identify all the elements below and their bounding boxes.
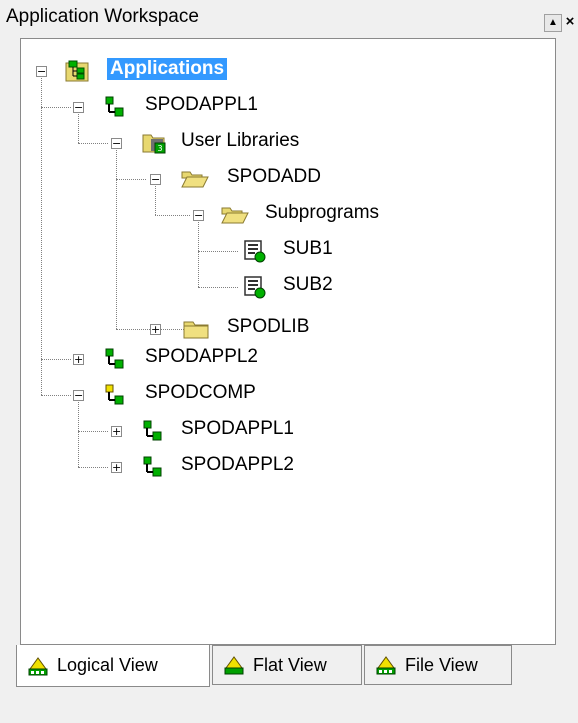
expand-icon[interactable]: + [150, 324, 161, 335]
open-folder-icon [181, 167, 209, 191]
collapse-icon[interactable]: − [193, 210, 204, 221]
tree-node-label: SPODAPPL2 [181, 454, 294, 475]
title-bar: Application Workspace ▲ × [0, 0, 578, 36]
tree-node-label: SPODAPPL2 [145, 346, 258, 367]
tree-node-label: Subprograms [265, 202, 380, 223]
subprogram-icon [243, 275, 267, 299]
flat-view-icon [223, 654, 245, 676]
collapse-icon[interactable]: − [73, 390, 84, 401]
file-view-icon [375, 654, 397, 676]
application-node-icon [103, 347, 127, 371]
close-icon[interactable]: × [562, 14, 578, 30]
tree-node-label: User Libraries [181, 130, 300, 151]
tree-node-user-libraries[interactable]: − 3 User Libraries [21, 129, 321, 157]
expand-icon[interactable]: + [111, 462, 122, 473]
tab-label: Flat View [253, 654, 327, 675]
application-node-icon [103, 95, 127, 119]
tab-logical-view[interactable]: Logical View [16, 645, 210, 687]
tree-node-spodcomp-spodappl1[interactable]: + SPODAPPL1 [21, 417, 321, 445]
restore-icon[interactable]: ▲ [544, 14, 562, 32]
svg-text:3: 3 [157, 144, 162, 153]
collapse-icon[interactable]: − [150, 174, 161, 185]
tab-file-view[interactable]: File View [364, 645, 512, 685]
tree-panel: − Applications − SPODAPPL1 − 3 User Libr… [20, 38, 556, 645]
application-node-icon [141, 419, 165, 443]
tree-node-label: SPODCOMP [145, 382, 256, 403]
tree-node-label: SPODAPPL1 [145, 94, 258, 115]
tree-node-label: SPODLIB [227, 316, 310, 337]
tree-node-spodadd[interactable]: − SPODADD [21, 165, 321, 193]
expand-icon[interactable]: + [73, 354, 84, 365]
tree-node-sub1[interactable]: SUB1 [21, 237, 333, 265]
collapse-icon[interactable]: − [111, 138, 122, 149]
window-title: Application Workspace [6, 6, 199, 27]
tree-node-label: SPODADD [227, 166, 321, 187]
tree-node-spodcomp[interactable]: − SPODCOMP [21, 381, 321, 409]
tree-node-label: SUB2 [283, 274, 333, 295]
subprogram-icon [243, 239, 267, 263]
tree-node-sub2[interactable]: SUB2 [21, 273, 333, 301]
view-tabs: Logical View Flat View File View [16, 645, 536, 689]
closed-folder-icon [183, 317, 209, 341]
applications-icon [65, 59, 89, 83]
tree-node-label: SUB1 [283, 238, 333, 259]
tree-node-spodappl1[interactable]: − SPODAPPL1 [21, 93, 321, 121]
tree-node-spodappl2[interactable]: + SPODAPPL2 [21, 345, 321, 373]
collapse-icon[interactable]: − [73, 102, 84, 113]
tree-node-spodcomp-spodappl2[interactable]: + SPODAPPL2 [21, 453, 321, 481]
tab-flat-view[interactable]: Flat View [212, 645, 362, 685]
tree-node-spodlib[interactable]: + SPODLIB [21, 315, 321, 343]
tree-node-applications[interactable]: − Applications [21, 57, 321, 85]
expand-icon[interactable]: + [111, 426, 122, 437]
tree-node-label: Applications [107, 58, 228, 80]
collapse-icon[interactable]: − [36, 66, 47, 77]
tab-label: Logical View [57, 655, 158, 675]
tree-node-subprograms[interactable]: − Subprograms [21, 201, 379, 229]
logical-view-icon [27, 655, 49, 677]
compound-application-icon [103, 383, 127, 407]
user-libraries-folder-icon: 3 [141, 129, 166, 154]
open-folder-icon [221, 203, 249, 227]
tree-node-label: SPODAPPL1 [181, 418, 294, 439]
application-node-icon [141, 455, 165, 479]
tab-label: File View [405, 654, 478, 675]
